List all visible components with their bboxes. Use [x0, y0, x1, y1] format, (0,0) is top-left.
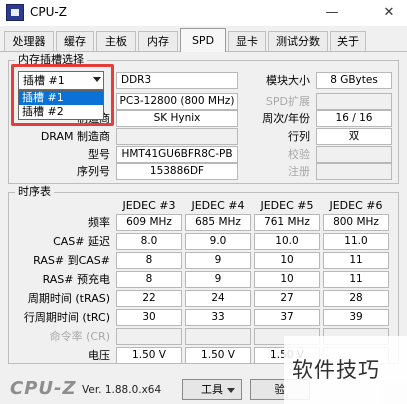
tab-about[interactable]: 关于	[330, 31, 366, 51]
cpu-z-logo: CPU-Z	[10, 378, 77, 399]
timing-cell: 8.0	[116, 233, 182, 250]
timing-cell: 11	[323, 271, 389, 288]
timing-cell: 1.50 V	[185, 347, 251, 364]
chevron-down-icon	[227, 388, 235, 393]
timing-cell: 9	[185, 252, 251, 269]
timing-cell: 800 MHz	[323, 214, 389, 231]
spd-ext-field	[316, 93, 392, 110]
timing-row-label: 命令率 (CR)	[49, 330, 110, 343]
tab-bar: 处理器 缓存 主板 内存 SPD 显卡 测试分数 关于	[0, 26, 407, 52]
timing-cell	[116, 328, 182, 345]
timing-cell: 9.0	[185, 233, 251, 250]
timing-cell: 685 MHz	[185, 214, 251, 231]
timing-header: JEDEC #5	[260, 199, 314, 212]
maker-field: SK Hynix	[116, 110, 238, 127]
minimize-button[interactable]: —	[318, 0, 346, 26]
ranks-field: 双	[316, 128, 392, 145]
timing-cell	[185, 328, 251, 345]
tab-spd[interactable]: SPD	[180, 28, 226, 52]
timing-cell: 1.50 V	[116, 347, 182, 364]
tab-graphics[interactable]: 显卡	[228, 31, 266, 51]
part-number-label: 型号	[88, 148, 110, 161]
module-size-label: 模块大小	[266, 74, 310, 87]
timing-header: JEDEC #4	[191, 199, 245, 212]
version-text: Ver. 1.88.0.x64	[82, 384, 162, 396]
dram-maker-field	[116, 128, 238, 145]
timing-cell: 39	[323, 309, 389, 326]
watermark: 软件技巧	[284, 336, 407, 404]
timing-cell: 28	[323, 290, 389, 307]
tools-button-label: 工具	[201, 383, 223, 396]
verify-field	[316, 146, 392, 163]
timing-cell: 761 MHz	[254, 214, 320, 231]
registered-label: 注册	[288, 165, 310, 178]
title-bar: CPU-Z — ✕	[0, 0, 407, 26]
registered-field	[316, 163, 392, 180]
timing-cell: 11.0	[323, 233, 389, 250]
close-button[interactable]: ✕	[375, 0, 403, 26]
timing-row-label: CAS# 延迟	[53, 235, 110, 248]
timing-cell: 33	[185, 309, 251, 326]
verify-label: 校验	[288, 148, 310, 161]
timing-row-label: RAS# 预充电	[42, 273, 110, 286]
timing-row-label: 频率	[88, 216, 110, 229]
week-year-label: 周次/年份	[262, 112, 310, 125]
tab-caches[interactable]: 缓存	[56, 31, 94, 51]
timing-cell: 37	[254, 309, 320, 326]
tab-bench[interactable]: 测试分数	[268, 31, 328, 51]
timing-cell: 9	[185, 271, 251, 288]
tab-mainboard[interactable]: 主板	[96, 31, 136, 51]
cpu-z-app-icon	[6, 4, 24, 21]
serial-number-label: 序列号	[77, 165, 110, 178]
week-year-field: 16 / 16	[316, 110, 392, 127]
timing-cell: 10	[254, 271, 320, 288]
timings-legend: 时序表	[15, 186, 54, 198]
timing-row-label: 电压	[88, 349, 110, 362]
tools-button[interactable]: 工具	[182, 379, 242, 400]
max-bandwidth-field: PC3-12800 (800 MHz)	[116, 93, 238, 110]
timing-header: JEDEC #6	[329, 199, 383, 212]
timing-cell: 30	[116, 309, 182, 326]
timing-cell: 609 MHz	[116, 214, 182, 231]
timing-row-label: 周期时间 (tRAS)	[27, 292, 110, 305]
timing-row-label: 行周期时间 (tRC)	[23, 311, 110, 324]
timing-cell: 22	[116, 290, 182, 307]
window-title: CPU-Z	[30, 5, 67, 19]
timing-cell: 8	[116, 252, 182, 269]
dram-maker-label: DRAM 制造商	[40, 130, 110, 143]
watermark-text: 软件技巧	[292, 358, 380, 382]
timing-cell: 11	[323, 252, 389, 269]
timing-cell: 8	[116, 271, 182, 288]
timing-header: JEDEC #3	[122, 199, 176, 212]
timing-cell: 24	[185, 290, 251, 307]
red-highlight-box	[11, 64, 114, 126]
spd-ext-label: SPD扩展	[265, 95, 310, 108]
serial-number-field: 153886DF	[116, 163, 238, 180]
timing-cell: 10	[254, 252, 320, 269]
memory-type-field: DDR3	[116, 72, 238, 89]
part-number-field: HMT41GU6BFR8C-PB	[116, 146, 238, 163]
tab-memory[interactable]: 内存	[138, 31, 178, 51]
timing-cell: 10.0	[254, 233, 320, 250]
module-size-field: 8 GBytes	[316, 72, 392, 89]
tab-cpu[interactable]: 处理器	[4, 31, 54, 51]
timing-row-label: RAS# 到CAS#	[33, 254, 110, 267]
ranks-label: 行列	[288, 130, 310, 143]
timing-cell: 27	[254, 290, 320, 307]
